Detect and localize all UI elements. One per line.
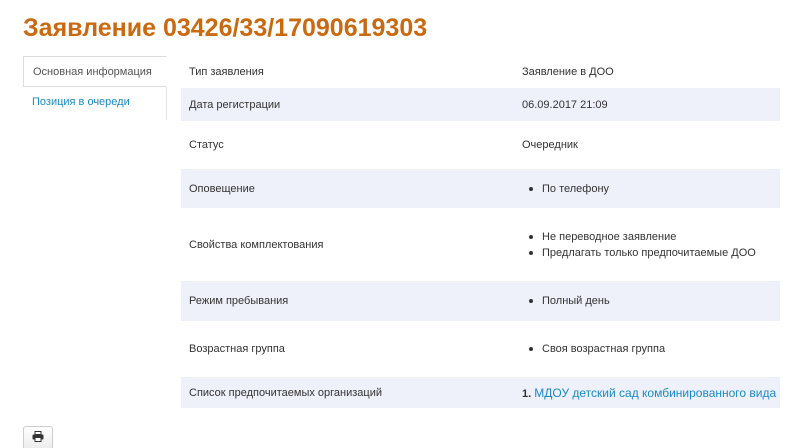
org-number: 1. xyxy=(522,387,532,400)
application-page: Заявление 03426/33/17090619303 Основная … xyxy=(0,0,800,448)
org-link[interactable]: МДОУ детский сад комбинированного вида №… xyxy=(534,386,780,400)
list-item: По телефону xyxy=(529,181,772,197)
page-title: Заявление 03426/33/17090619303 xyxy=(23,14,428,42)
enrollment-properties-value: Не переводное заявление Предлагать тольк… xyxy=(506,208,780,281)
row-age-group: Возрастная группа Своя возрастная группа xyxy=(181,321,780,377)
status-value: Очередник xyxy=(522,139,578,151)
row-application-type: Тип заявления Заявление в ДОО xyxy=(181,56,780,88)
list-item: Не переводное заявление xyxy=(529,229,772,245)
application-details-table: Тип заявления Заявление в ДОО Дата регис… xyxy=(181,56,780,408)
preferred-orgs-label: Список предпочитаемых организаций xyxy=(189,386,382,399)
row-status: Статус Очередник xyxy=(181,121,780,169)
stay-mode-list: Полный день xyxy=(522,293,772,309)
row-notification: Оповещение По телефону xyxy=(181,169,780,208)
stay-mode-value: Полный день xyxy=(506,281,780,321)
status-label: Статус xyxy=(189,139,224,151)
row-registration-date: Дата регистрации 06.09.2017 21:09 xyxy=(181,88,780,121)
list-item: Полный день xyxy=(529,293,772,309)
application-type-value: Заявление в ДОО xyxy=(522,66,614,78)
preferred-orgs-list: 1. МДОУ детский сад комбинированного вид… xyxy=(522,386,780,400)
enrollment-properties-list: Не переводное заявление Предлагать тольк… xyxy=(522,229,772,261)
age-group-list: Своя возрастная группа xyxy=(522,341,772,357)
enrollment-properties-label: Свойства комплектования xyxy=(189,238,324,251)
notification-label: Оповещение xyxy=(189,182,255,195)
print-button[interactable] xyxy=(23,426,53,448)
row-stay-mode: Режим пребывания Полный день xyxy=(181,281,780,321)
preferred-orgs-value: 1. МДОУ детский сад комбинированного вид… xyxy=(506,377,780,408)
row-preferred-orgs: Список предпочитаемых организаций 1. МДО… xyxy=(181,377,780,408)
notification-value: По телефону xyxy=(506,169,780,208)
tab-queue-position[interactable]: Позиция в очереди xyxy=(23,88,166,120)
registration-date-label: Дата регистрации xyxy=(189,98,281,111)
notification-list: По телефону xyxy=(522,181,772,197)
age-group-label: Возрастная группа xyxy=(189,343,285,355)
list-item: Своя возрастная группа xyxy=(529,341,772,357)
list-item: 1. МДОУ детский сад комбинированного вид… xyxy=(522,386,780,400)
registration-date-value: 06.09.2017 21:09 xyxy=(522,98,608,111)
side-nav: Основная информация Позиция в очереди xyxy=(23,56,167,120)
application-type-label: Тип заявления xyxy=(189,66,264,78)
row-enrollment-properties: Свойства комплектования Не переводное за… xyxy=(181,208,780,281)
stay-mode-label: Режим пребывания xyxy=(189,295,289,307)
age-group-value: Своя возрастная группа xyxy=(506,321,780,377)
tab-main-info[interactable]: Основная информация xyxy=(23,56,167,87)
list-item: Предлагать только предпочитаемые ДОО xyxy=(529,245,772,261)
printer-icon xyxy=(32,430,44,442)
